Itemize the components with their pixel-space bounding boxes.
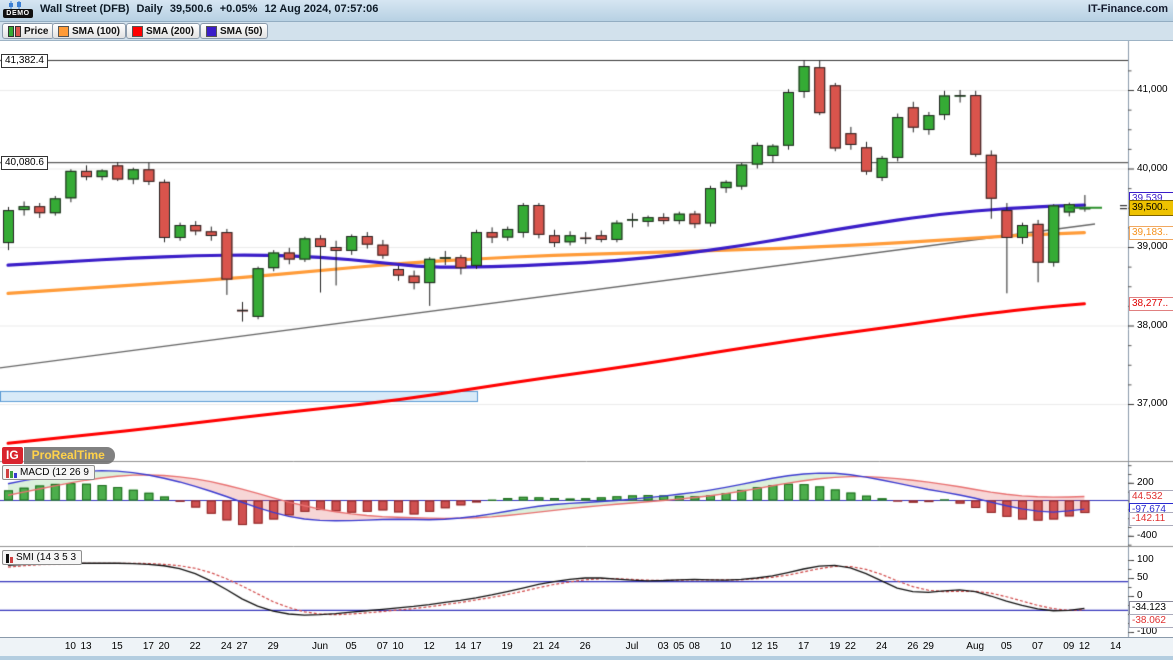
sma200-value: 38,277.. bbox=[1132, 298, 1168, 309]
demo-badge: DEMO bbox=[3, 9, 33, 18]
macd-axis-label: -400 bbox=[1137, 530, 1157, 541]
smi-main-axis-badge: -34.123 bbox=[1129, 601, 1173, 615]
legend-price-button[interactable]: Price bbox=[2, 23, 54, 39]
sma50-color-swatch bbox=[206, 26, 217, 37]
x-axis-label: 05 bbox=[338, 641, 364, 652]
legend-sma100-button[interactable]: SMA (100) bbox=[52, 23, 126, 39]
ig-prorealtime-logo[interactable]: IG ProRealTime bbox=[2, 447, 115, 464]
smi-axis-label: 0 bbox=[1137, 590, 1143, 601]
legend-bar: Price SMA (100) SMA (200) SMA (50) bbox=[0, 22, 1173, 41]
smi-signal-axis-badge: -38.062 bbox=[1129, 614, 1173, 628]
last-price-axis-badge: 39,500.. bbox=[1129, 200, 1173, 216]
smi-axis-label: 50 bbox=[1137, 572, 1148, 583]
x-axis-label: 12 bbox=[416, 641, 442, 652]
x-axis-label: 13 bbox=[73, 641, 99, 652]
last-price: 39,500.6 bbox=[170, 3, 213, 15]
x-axis-label: 10 bbox=[385, 641, 411, 652]
x-axis-label: 24 bbox=[541, 641, 567, 652]
smi-label: SMI (14 3 5 3 bbox=[16, 552, 76, 563]
x-axis-label: 08 bbox=[681, 641, 707, 652]
smi-axis-label: 100 bbox=[1137, 554, 1154, 565]
macd-icon bbox=[6, 468, 17, 478]
macd-hist-value: -142.11 bbox=[1132, 513, 1165, 524]
legend-sma100-label: SMA (100) bbox=[72, 26, 120, 37]
x-axis-label: 24 bbox=[869, 641, 895, 652]
x-axis-label: 26 bbox=[572, 641, 598, 652]
price-axis-label: 41,000 bbox=[1137, 84, 1168, 95]
price-flag-high: 41,382.4 bbox=[1, 54, 48, 68]
demo-logo: DEMO bbox=[3, 1, 35, 18]
x-axis-label: 22 bbox=[837, 641, 863, 652]
quote-datetime: 12 Aug 2024, 07:57:06 bbox=[264, 3, 378, 15]
may-high-level-value: 40,080.6 bbox=[5, 157, 44, 168]
macd-signal-axis-badge: 44.532 bbox=[1129, 490, 1173, 504]
candlestick-logo-icon bbox=[7, 1, 27, 9]
x-axis-label: Jun bbox=[307, 641, 333, 652]
x-axis-label: 17 bbox=[463, 641, 489, 652]
x-axis-label: 12 bbox=[1071, 641, 1097, 652]
macd-label: MACD (12 26 9 bbox=[20, 467, 89, 478]
legend-price-label: Price bbox=[24, 26, 48, 37]
last-price-value: 39,500.. bbox=[1132, 202, 1168, 213]
macd-indicator-tab[interactable]: MACD (12 26 9 bbox=[2, 465, 95, 480]
x-axis-label: 05 bbox=[993, 641, 1019, 652]
x-axis-label: 29 bbox=[915, 641, 941, 652]
x-axis-label: 19 bbox=[494, 641, 520, 652]
legend-sma50-button[interactable]: SMA (50) bbox=[200, 23, 268, 39]
ig-logo: IG bbox=[2, 447, 23, 464]
smi-indicator-tab[interactable]: SMI (14 3 5 3 bbox=[2, 550, 82, 565]
chart-canvas[interactable] bbox=[0, 0, 1173, 660]
it-finance-brand: IT-Finance.com bbox=[1088, 3, 1168, 15]
x-axis-label: 29 bbox=[260, 641, 286, 652]
x-axis-label: 14 bbox=[1103, 641, 1129, 652]
price-axis-label: 39,000 bbox=[1137, 241, 1168, 252]
timeframe-label: Daily bbox=[137, 3, 163, 15]
price-change: +0.05% bbox=[220, 3, 258, 15]
chart-window: { "header": { "demo": "DEMO", "instrumen… bbox=[0, 0, 1173, 660]
x-axis-label: 22 bbox=[182, 641, 208, 652]
legend-sma50-label: SMA (50) bbox=[220, 26, 262, 37]
price-axis-label: 37,000 bbox=[1137, 398, 1168, 409]
sma200-color-swatch bbox=[132, 26, 143, 37]
x-axis-label: 07 bbox=[1025, 641, 1051, 652]
sma100-color-swatch bbox=[58, 26, 69, 37]
x-axis-label: Jul bbox=[619, 641, 645, 652]
prorealtime-logo: ProRealTime bbox=[24, 447, 115, 464]
price-axis-label: 40,000 bbox=[1137, 163, 1168, 174]
legend-sma200-label: SMA (200) bbox=[146, 26, 194, 37]
x-axis-label: 27 bbox=[229, 641, 255, 652]
x-axis-label: 17 bbox=[791, 641, 817, 652]
smi-icon bbox=[6, 553, 13, 563]
x-axis-label: 15 bbox=[104, 641, 130, 652]
high-level-value: 41,382.4 bbox=[5, 55, 44, 66]
sma200-axis-badge: 38,277.. bbox=[1129, 297, 1173, 311]
sma100-value: 39,183.. bbox=[1132, 227, 1168, 238]
chart-title: Wall Street (DFB) Daily 39,500.6 +0.05% … bbox=[40, 3, 382, 15]
smi-main-value: -34.123 bbox=[1132, 602, 1166, 613]
price-axis-label: 38,000 bbox=[1137, 320, 1168, 331]
macd-signal-value: 44.532 bbox=[1132, 491, 1163, 502]
title-bar: Wall Street (DFB) Daily 39,500.6 +0.05% … bbox=[0, 0, 1173, 22]
price-flag-may-high: 40,080.6 bbox=[1, 156, 48, 170]
price-candles-icon bbox=[8, 26, 21, 37]
instrument-name: Wall Street (DFB) bbox=[40, 3, 129, 15]
x-axis-label: 15 bbox=[759, 641, 785, 652]
macd-hist-axis-badge: -142.11 bbox=[1129, 512, 1173, 526]
legend-sma200-button[interactable]: SMA (200) bbox=[126, 23, 200, 39]
window-bottom-edge bbox=[0, 656, 1173, 660]
macd-axis-label: 200 bbox=[1137, 477, 1154, 488]
sma100-axis-badge: 39,183.. bbox=[1129, 226, 1173, 240]
smi-signal-value: -38.062 bbox=[1132, 615, 1166, 626]
x-axis-label: 10 bbox=[713, 641, 739, 652]
x-axis-label: 20 bbox=[151, 641, 177, 652]
x-axis-label: Aug bbox=[962, 641, 988, 652]
